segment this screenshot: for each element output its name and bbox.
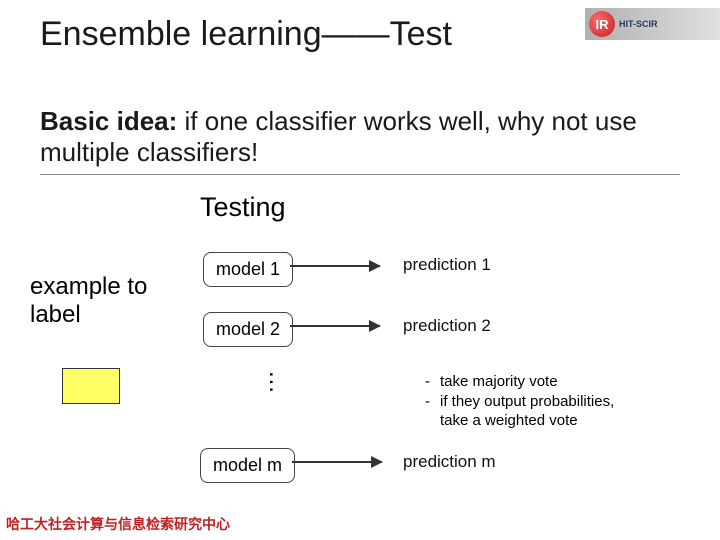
logo-label: HIT-SCIR [619, 19, 658, 29]
page-title: Ensemble learning——Test [40, 15, 452, 54]
example-label: example to label [30, 273, 147, 328]
logo-initials: IR [596, 17, 609, 32]
footer-text: 哈工大社会计算与信息检索研究中心 [6, 514, 230, 534]
example-label-line2: label [30, 301, 81, 328]
arrow-icon [292, 461, 382, 463]
header-bar: IR HIT-SCIR [585, 8, 720, 40]
example-box [62, 368, 120, 404]
note-2b: take a weighted vote [440, 412, 578, 429]
model-2-box: model 2 [203, 312, 293, 347]
prediction-m: prediction m [403, 452, 496, 472]
testing-header: Testing [200, 192, 286, 223]
prediction-2: prediction 2 [403, 316, 491, 336]
model-1-box: model 1 [203, 252, 293, 287]
example-label-line1: example to [30, 273, 147, 300]
prediction-1: prediction 1 [403, 255, 491, 275]
subtitle-bold: Basic idea: [40, 106, 177, 136]
note-2: if they output probabilities, take a wei… [440, 392, 614, 431]
dash-icon: - [425, 392, 430, 431]
arrow-icon [290, 265, 380, 267]
note-2a: if they output probabilities, [440, 393, 614, 410]
note-1: take majority vote [440, 372, 558, 392]
model-m-box: model m [200, 448, 295, 483]
note-row-2: - if they output probabilities, take a w… [425, 392, 614, 431]
note-row-1: - take majority vote [425, 372, 614, 392]
dash-icon: - [425, 372, 430, 392]
arrow-icon [290, 325, 380, 327]
subtitle: Basic idea: if one classifier works well… [40, 106, 680, 175]
ellipsis-icon: … [263, 370, 291, 388]
logo-icon: IR [589, 11, 615, 37]
notes-block: - take majority vote - if they output pr… [425, 372, 614, 431]
